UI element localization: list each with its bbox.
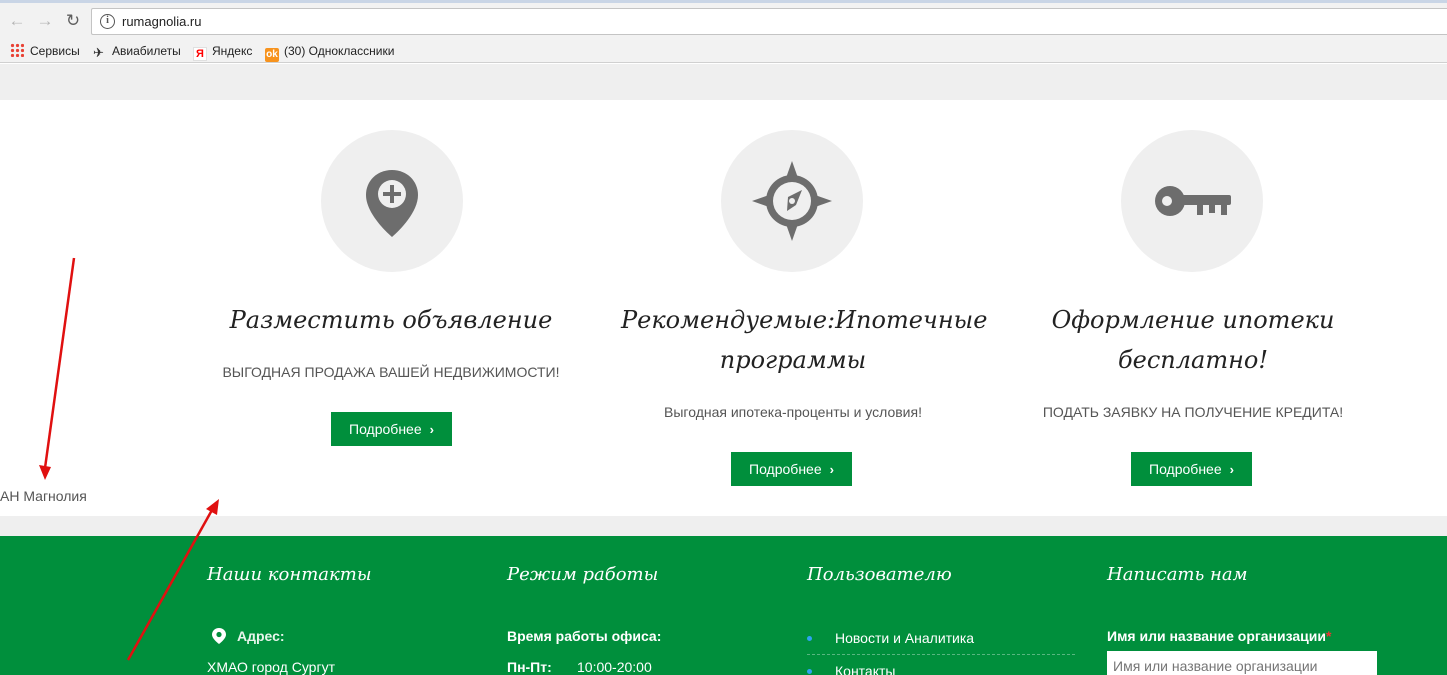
feature-icon-circle <box>321 130 463 272</box>
bullet-icon <box>807 669 812 674</box>
bookmark-odnoklassniki[interactable]: ok (30) Одноклассники <box>265 43 395 62</box>
yandex-icon: Я <box>193 47 207 61</box>
feature-title: Рекомендуемые:Ипотечные программы <box>621 300 987 380</box>
more-button[interactable]: Подробнее › <box>1131 452 1252 486</box>
feature-title: Оформление ипотеки бесплатно! <box>1021 300 1365 380</box>
link-divider <box>807 654 1075 655</box>
back-arrow-icon[interactable]: ← <box>7 11 27 31</box>
hours-value: 10:00-20:00 <box>577 659 652 675</box>
footer-contacts-title: Наши контакты <box>207 564 372 585</box>
odnoklassniki-icon: ok <box>265 48 279 62</box>
footer: Наши контакты Режим работы Пользователю … <box>0 536 1447 675</box>
bookmark-label: Яндекс <box>212 44 253 58</box>
name-field-label: Имя или название организации* <box>1107 628 1331 644</box>
browser-toolbar: ← → ↻ i rumagnolia.ru <box>0 3 1447 39</box>
button-label: Подробнее <box>749 461 822 477</box>
feature-title: Разместить объявление <box>229 306 553 334</box>
annotation-arrow-down <box>43 257 76 469</box>
bookmarks-bar: Сервисы ✈ Авиабилеты Я Яндекс ok (30) Однок… <box>0 39 1447 63</box>
reload-icon[interactable]: ↻ <box>63 11 83 31</box>
map-pin-plus-icon <box>366 170 418 237</box>
feature-icon-circle <box>721 130 863 272</box>
apps-grid-icon <box>10 43 24 57</box>
chevron-right-icon: › <box>429 422 434 437</box>
info-icon[interactable]: i <box>100 14 115 29</box>
map-pin-icon <box>212 628 226 644</box>
footer-users-title: Пользователю <box>807 564 952 585</box>
compass-icon <box>752 161 832 241</box>
address-label: Адрес: <box>237 628 285 644</box>
button-label: Подробнее <box>1149 461 1222 477</box>
footer-write-title: Написать нам <box>1107 564 1248 585</box>
forward-arrow-icon[interactable]: → <box>35 11 55 31</box>
chevron-right-icon: › <box>829 462 834 477</box>
bookmark-avia[interactable]: ✈ Авиабилеты <box>93 43 181 60</box>
feature-title-line: Рекомендуемые:Ипотечные <box>621 306 988 334</box>
feature-icon-circle <box>1121 130 1263 272</box>
more-button[interactable]: Подробнее › <box>731 452 852 486</box>
bookmark-label: Авиабилеты <box>112 44 181 58</box>
footer-link-contacts[interactable]: Контакты <box>835 663 895 675</box>
button-label: Подробнее <box>349 421 422 437</box>
annotation-arrowhead <box>39 465 51 480</box>
days-label: Пн-Пт: <box>507 659 552 675</box>
feature-subtitle: ВЫГОДНАЯ ПРОДАЖА ВАШЕЙ НЕДВИЖИМОСТИ! <box>222 364 560 380</box>
feature-subtitle: Выгодная ипотека-проценты и условия! <box>664 404 922 420</box>
bookmark-yandex[interactable]: Я Яндекс <box>193 43 253 61</box>
more-button[interactable]: Подробнее › <box>331 412 452 446</box>
office-hours-label: Время работы офиса: <box>507 628 662 644</box>
bookmark-label: (30) Одноклассники <box>284 44 395 58</box>
url-text[interactable]: rumagnolia.ru <box>122 14 202 29</box>
name-input[interactable] <box>1107 651 1377 675</box>
section-divider-top <box>0 64 1447 100</box>
annotation-arrowhead <box>206 499 219 515</box>
key-icon <box>1155 186 1231 216</box>
address-bar[interactable]: i rumagnolia.ru <box>91 8 1447 35</box>
bullet-icon <box>807 636 812 641</box>
feature-title-line: Оформление ипотеки <box>1051 306 1335 334</box>
address-value: ХМАО город Сургут <box>207 659 335 675</box>
plane-icon: ✈ <box>93 45 104 60</box>
brand-text: АН Магнолия <box>0 488 87 504</box>
bookmark-label: Сервисы <box>30 44 80 58</box>
footer-link-news[interactable]: Новости и Аналитика <box>835 630 974 646</box>
required-mark: * <box>1325 628 1332 644</box>
feature-title-line: программы <box>719 346 867 374</box>
section-divider-bottom <box>0 516 1447 536</box>
field-label-text: Имя или название организации <box>1107 628 1326 644</box>
bookmark-services[interactable]: Сервисы <box>10 43 80 59</box>
chevron-right-icon: › <box>1229 462 1234 477</box>
feature-title-line: бесплатно! <box>1118 346 1268 374</box>
footer-hours-title: Режим работы <box>507 564 659 585</box>
feature-subtitle: ПОДАТЬ ЗАЯВКУ НА ПОЛУЧЕНИЕ КРЕДИТА! <box>1042 404 1344 420</box>
